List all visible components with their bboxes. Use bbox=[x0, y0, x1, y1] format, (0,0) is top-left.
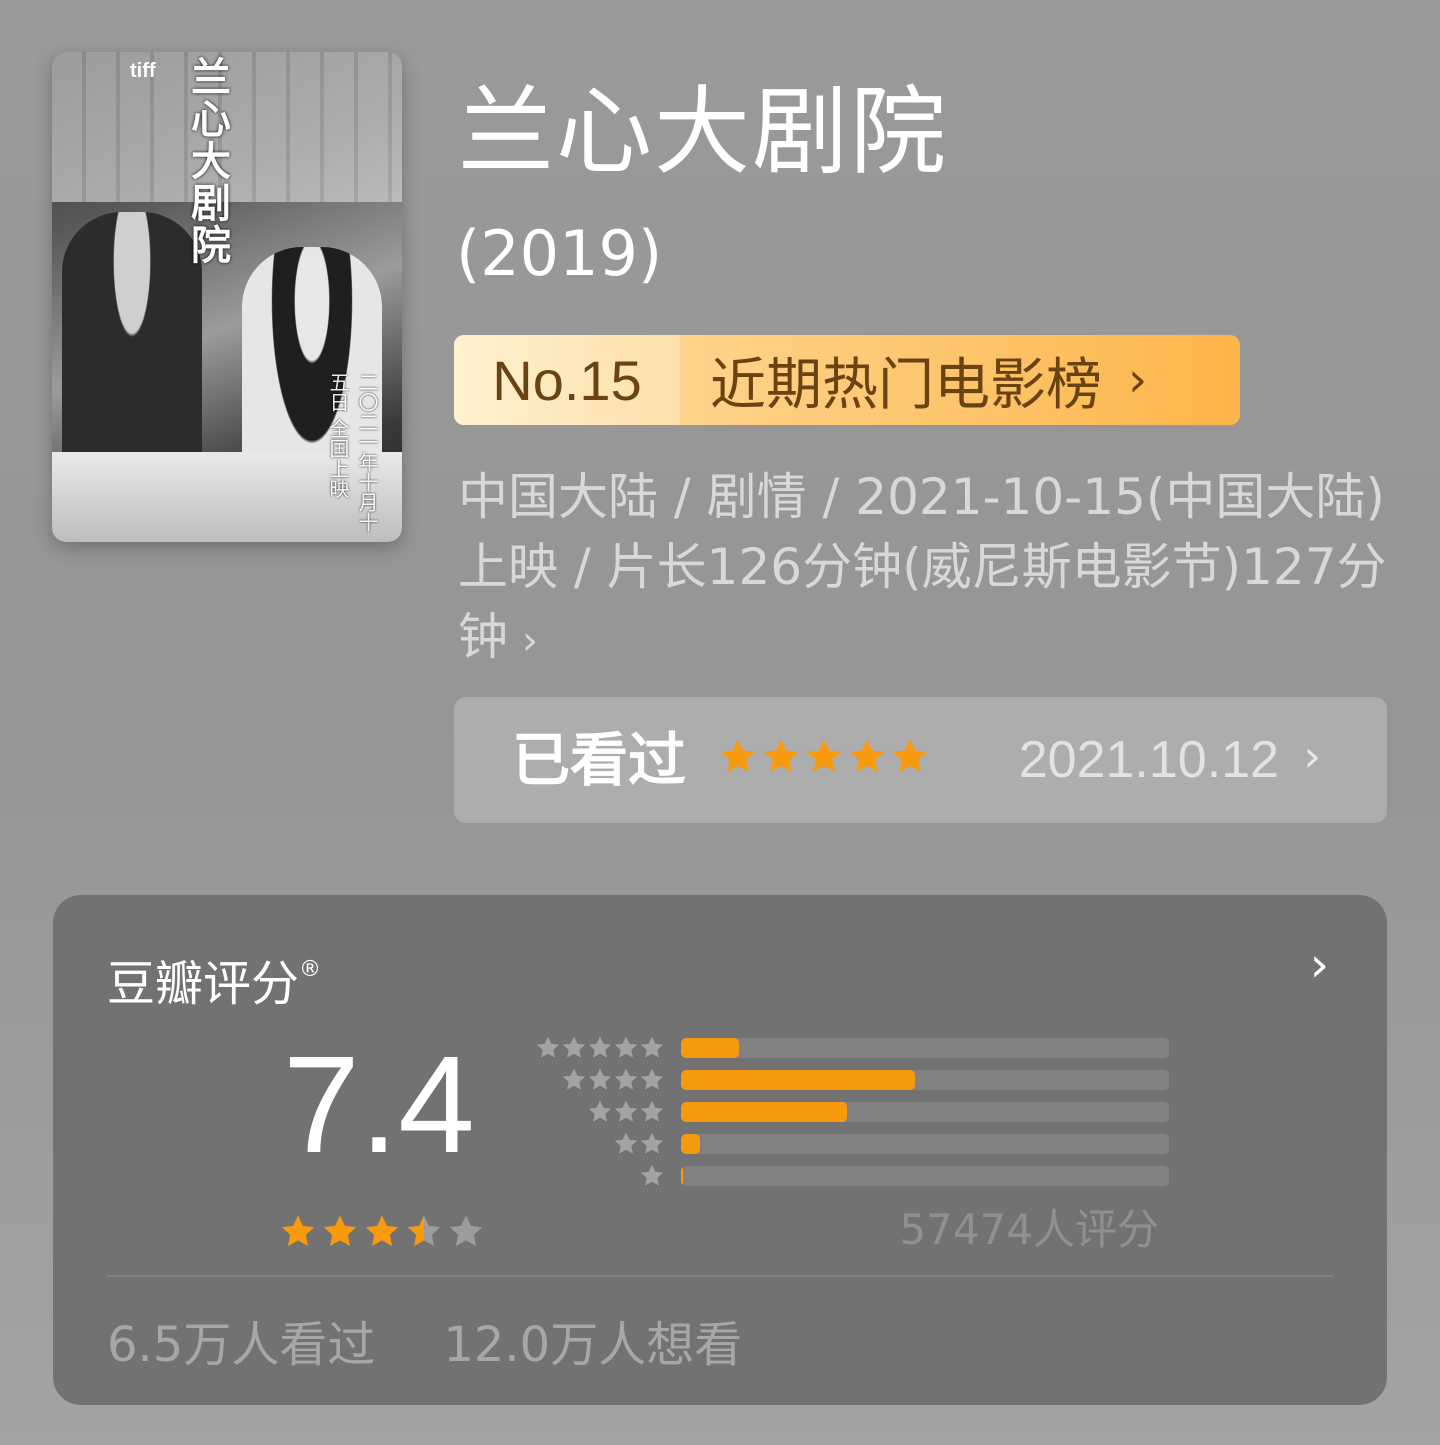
watched-date: 2021.10.12 bbox=[1018, 731, 1279, 789]
distribution-row-3-star bbox=[529, 1096, 1169, 1128]
rating-card-title-text: 豆瓣评分 bbox=[107, 956, 300, 1012]
chevron-right-icon: › bbox=[1128, 352, 1148, 408]
distribution-bar-track bbox=[680, 1102, 1169, 1122]
distribution-row-stars bbox=[529, 1099, 665, 1125]
star-icon bbox=[614, 1132, 637, 1154]
distribution-row-stars bbox=[529, 1035, 665, 1061]
douban-rating-card[interactable]: 豆瓣评分® › 7.4 57474人评分 6.5万人看过 12.0万人想看 bbox=[53, 895, 1387, 1405]
distribution-row-1-star bbox=[529, 1160, 1169, 1192]
chevron-right-icon: › bbox=[522, 618, 538, 664]
watched-count[interactable]: 6.5万人看过 bbox=[107, 1313, 375, 1377]
star-icon bbox=[763, 739, 799, 772]
watched-label: 已看过 bbox=[512, 726, 687, 794]
rating-distribution bbox=[529, 1032, 1169, 1192]
distribution-row-stars bbox=[529, 1067, 665, 1093]
watched-status-row[interactable]: 已看过 2021.10.12 › bbox=[454, 697, 1387, 823]
star-icon bbox=[849, 739, 885, 772]
star-icon bbox=[640, 1132, 663, 1154]
star-icon bbox=[614, 1036, 637, 1058]
distribution-bar-track bbox=[680, 1070, 1169, 1090]
movie-year: (2019) bbox=[456, 217, 663, 290]
star-icon bbox=[281, 1215, 315, 1247]
chevron-right-icon: › bbox=[1303, 731, 1321, 782]
star-icon bbox=[640, 1036, 663, 1058]
distribution-bar-fill bbox=[680, 1038, 740, 1058]
rank-badge[interactable]: No.15 近期热门电影榜 › bbox=[454, 335, 1240, 425]
distribution-bar-track bbox=[680, 1038, 1169, 1058]
star-icon bbox=[720, 739, 756, 772]
movie-meta-text: 中国大陆 / 剧情 / 2021-10-15(中国大陆)上映 / 片长126分钟… bbox=[458, 468, 1387, 666]
distribution-row-4-star bbox=[529, 1064, 1169, 1096]
average-score-stars bbox=[279, 1213, 485, 1251]
rank-label-text: 近期热门电影榜 bbox=[710, 352, 1102, 418]
poster-logo: tiff bbox=[130, 60, 156, 82]
rank-number: No.15 bbox=[454, 335, 680, 425]
star-icon bbox=[407, 1215, 441, 1247]
star-icon bbox=[614, 1100, 637, 1122]
star-icon bbox=[449, 1215, 483, 1247]
poster-title: 兰心大剧院 bbox=[184, 56, 231, 266]
star-icon bbox=[588, 1100, 611, 1122]
rank-list-name: 近期热门电影榜 › bbox=[680, 335, 1240, 425]
distribution-bar-track bbox=[680, 1134, 1169, 1154]
star-icon bbox=[588, 1036, 611, 1058]
star-icon bbox=[562, 1036, 585, 1058]
registered-mark: ® bbox=[299, 957, 322, 982]
star-icon bbox=[614, 1068, 637, 1090]
rating-card-title: 豆瓣评分® bbox=[107, 935, 321, 1019]
star-icon bbox=[562, 1068, 585, 1090]
star-icon bbox=[640, 1100, 663, 1122]
distribution-bar-fill bbox=[680, 1134, 701, 1154]
chevron-right-icon[interactable]: › bbox=[1310, 937, 1329, 993]
movie-meta[interactable]: 中国大陆 / 剧情 / 2021-10-15(中国大陆)上映 / 片长126分钟… bbox=[458, 462, 1398, 676]
distribution-bar-fill bbox=[680, 1070, 915, 1090]
distribution-bar-track bbox=[680, 1166, 1169, 1186]
user-rating-stars bbox=[718, 737, 930, 777]
star-icon bbox=[640, 1068, 663, 1090]
distribution-row-stars bbox=[529, 1131, 665, 1157]
distribution-row-2-star bbox=[529, 1128, 1169, 1160]
movie-title: 兰心大剧院 bbox=[458, 76, 948, 188]
distribution-bar-fill bbox=[680, 1102, 847, 1122]
average-score: 7.4 bbox=[283, 1028, 475, 1182]
distribution-row-5-star bbox=[529, 1032, 1169, 1064]
distribution-row-stars bbox=[529, 1163, 665, 1189]
star-icon bbox=[892, 739, 928, 772]
movie-poster[interactable]: tiff 兰心大剧院 二〇二一年十月十五日 全国上映 bbox=[52, 52, 402, 542]
divider bbox=[107, 1275, 1333, 1277]
wish-count[interactable]: 12.0万人想看 bbox=[443, 1313, 742, 1377]
rating-count: 57474人评分 bbox=[899, 1205, 1159, 1254]
star-icon bbox=[588, 1068, 611, 1090]
star-icon bbox=[806, 739, 842, 772]
poster-release-line: 二〇二一年十月十五日 全国上映 bbox=[326, 372, 379, 532]
distribution-bar-fill bbox=[680, 1166, 684, 1186]
audience-stats: 6.5万人看过 12.0万人想看 bbox=[107, 1313, 742, 1377]
star-icon bbox=[536, 1036, 559, 1058]
star-icon bbox=[640, 1164, 663, 1186]
star-icon bbox=[365, 1215, 399, 1247]
star-icon bbox=[323, 1215, 357, 1247]
